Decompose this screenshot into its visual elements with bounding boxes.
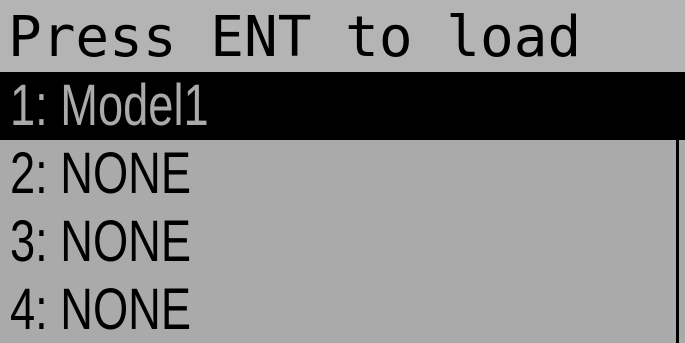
list-item-label: 3: NONE — [10, 209, 192, 274]
list-item-model-4[interactable]: 4: NONE — [0, 276, 685, 343]
list-item-model-3[interactable]: 3: NONE — [0, 208, 685, 276]
page-title: Press ENT to load — [8, 5, 582, 70]
list-item-label: 2: NONE — [10, 141, 192, 206]
list-item-model-2[interactable]: 2: NONE — [0, 140, 685, 208]
lcd-screen: Press ENT to load 1: Model1 2: NONE 3: N… — [0, 0, 685, 343]
header: Press ENT to load — [0, 0, 685, 72]
list-item-label: 1: Model1 — [10, 73, 209, 138]
list-item-label: 4: NONE — [10, 277, 192, 342]
model-list: 1: Model1 2: NONE 3: NONE 4: NONE — [0, 72, 685, 343]
scrollbar[interactable] — [676, 112, 679, 343]
list-item-model-1[interactable]: 1: Model1 — [0, 72, 685, 140]
